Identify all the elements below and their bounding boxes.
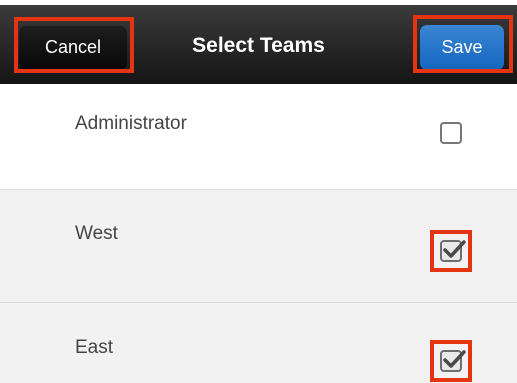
checkbox-highlight-box: [430, 230, 472, 272]
cropped-caption-text: [0, 0, 26, 3]
team-row-west[interactable]: West: [0, 190, 517, 303]
checkbox-highlight-box: [430, 340, 472, 382]
team-label: East: [75, 337, 114, 358]
team-label: Administrator: [75, 113, 187, 134]
navigation-bar: Cancel Select Teams Save: [0, 5, 517, 84]
team-row-administrator[interactable]: Administrator: [0, 84, 517, 190]
team-row-east[interactable]: East: [0, 303, 517, 383]
team-label: West: [75, 223, 118, 244]
save-button[interactable]: Save: [420, 25, 504, 70]
checkbox-empty-icon[interactable]: [440, 122, 462, 144]
